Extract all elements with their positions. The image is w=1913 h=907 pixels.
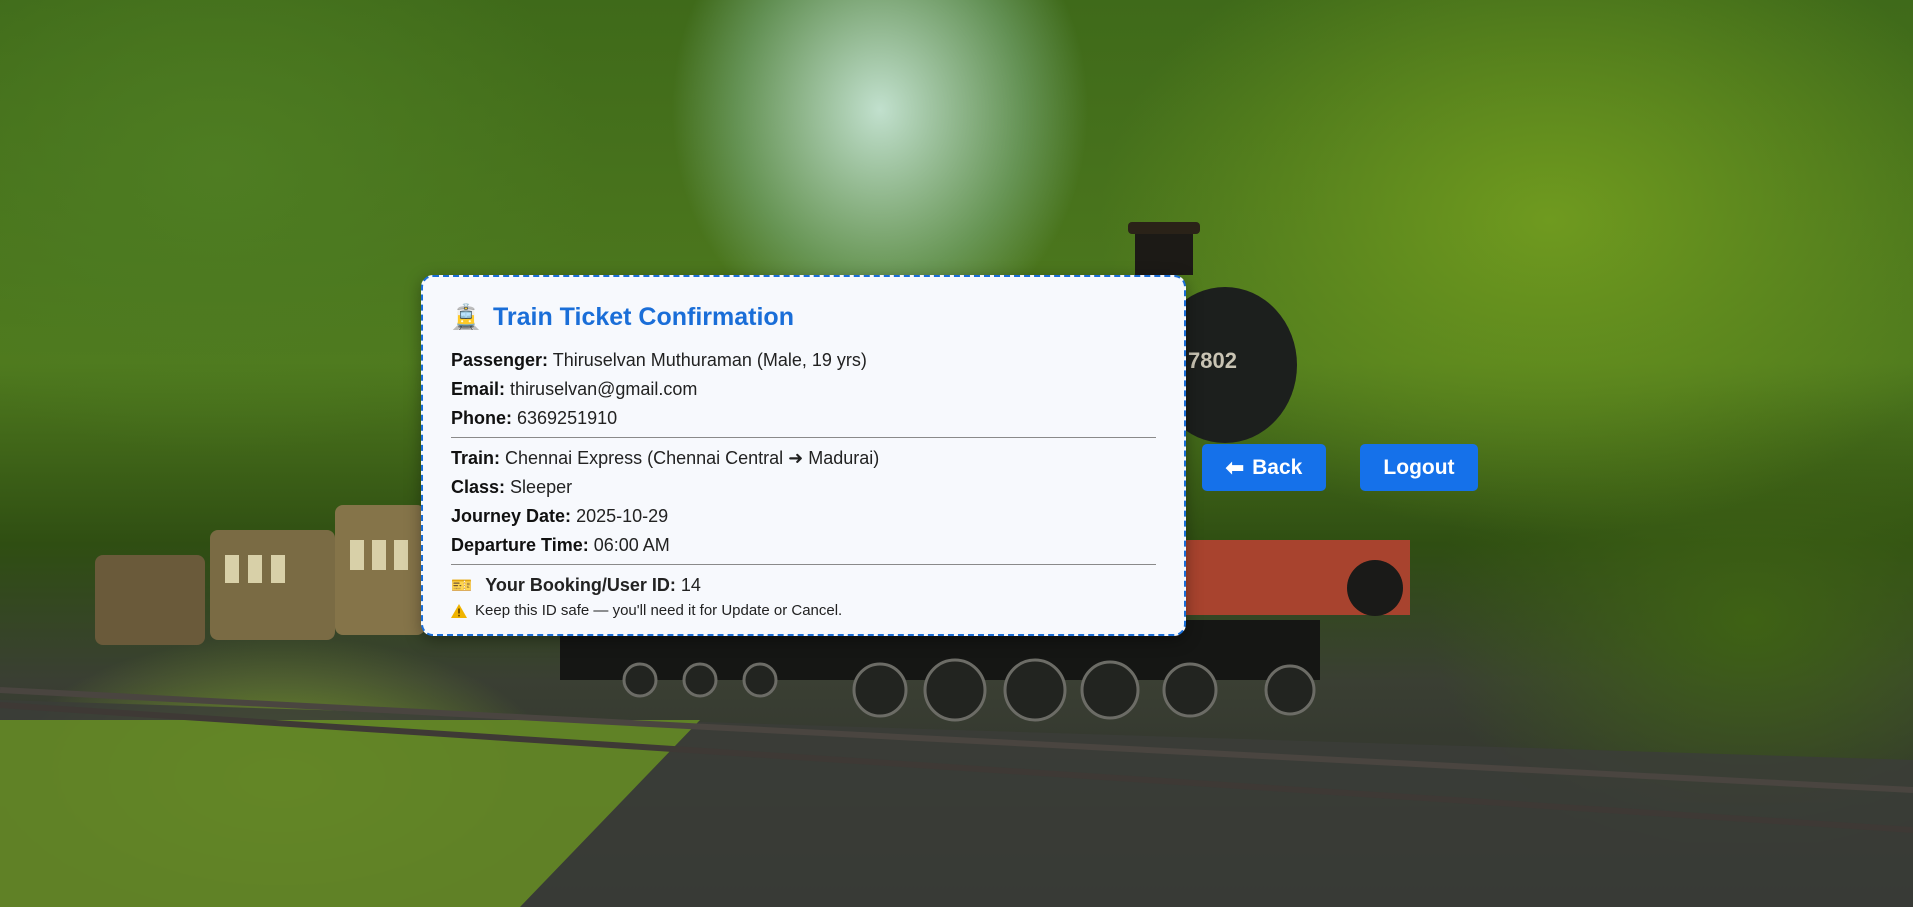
class-value: Sleeper: [510, 477, 573, 497]
email-label: Email:: [451, 379, 506, 399]
logout-button[interactable]: Logout: [1360, 444, 1478, 491]
ticket-icon: 🎫: [451, 576, 473, 595]
locomotive-number: 7802: [1188, 348, 1237, 373]
ticket-confirmation-card: 🚊 Train Ticket Confirmation Passenger: T…: [421, 275, 1186, 636]
departure-time-value: 06:00 AM: [593, 535, 670, 555]
booking-id-row: 🎫 Your Booking/User ID: 14: [451, 571, 1156, 600]
train-value: Chennai Express (Chennai Central ➜ Madur…: [505, 448, 880, 468]
departure-time-label: Departure Time:: [451, 535, 589, 555]
phone-row: Phone: 6369251910: [451, 404, 1156, 433]
class-label: Class:: [451, 477, 506, 497]
logout-button-label: Logout: [1383, 455, 1455, 479]
departure-time-row: Departure Time: 06:00 AM: [451, 531, 1156, 560]
email-value: thiruselvan@gmail.com: [510, 379, 698, 399]
tram-icon: 🚊: [451, 304, 481, 331]
booking-note: Keep this ID safe — you'll need it for U…: [451, 602, 1156, 619]
train-label: Train:: [451, 448, 501, 468]
phone-value: 6369251910: [517, 408, 618, 428]
class-row: Class: Sleeper: [451, 473, 1156, 502]
passenger-row: Passenger: Thiruselvan Muthuraman (Male,…: [451, 346, 1156, 375]
journey-date-label: Journey Date:: [451, 506, 572, 526]
journey-date-value: 2025-10-29: [576, 506, 669, 526]
back-button[interactable]: ⬅ Back: [1202, 444, 1326, 491]
note-text: Keep this ID safe — you'll need it for U…: [475, 602, 843, 619]
card-title: Train Ticket Confirmation: [493, 303, 794, 331]
train-row: Train: Chennai Express (Chennai Central …: [451, 444, 1156, 473]
arrow-left-icon: ⬅: [1225, 454, 1245, 480]
booking-id-label: Your Booking/User ID:: [485, 575, 676, 595]
journey-date-row: Journey Date: 2025-10-29: [451, 502, 1156, 531]
phone-label: Phone:: [451, 408, 512, 428]
card-header: 🚊 Train Ticket Confirmation: [451, 303, 1156, 332]
passenger-value: Thiruselvan Muthuraman (Male, 19 yrs): [552, 350, 867, 370]
divider: [451, 437, 1156, 438]
back-button-label: Back: [1252, 455, 1303, 479]
divider: [451, 564, 1156, 565]
passenger-label: Passenger:: [451, 350, 549, 370]
warning-icon: [451, 603, 467, 618]
booking-id-value: 14: [680, 575, 701, 595]
email-row: Email: thiruselvan@gmail.com: [451, 375, 1156, 404]
